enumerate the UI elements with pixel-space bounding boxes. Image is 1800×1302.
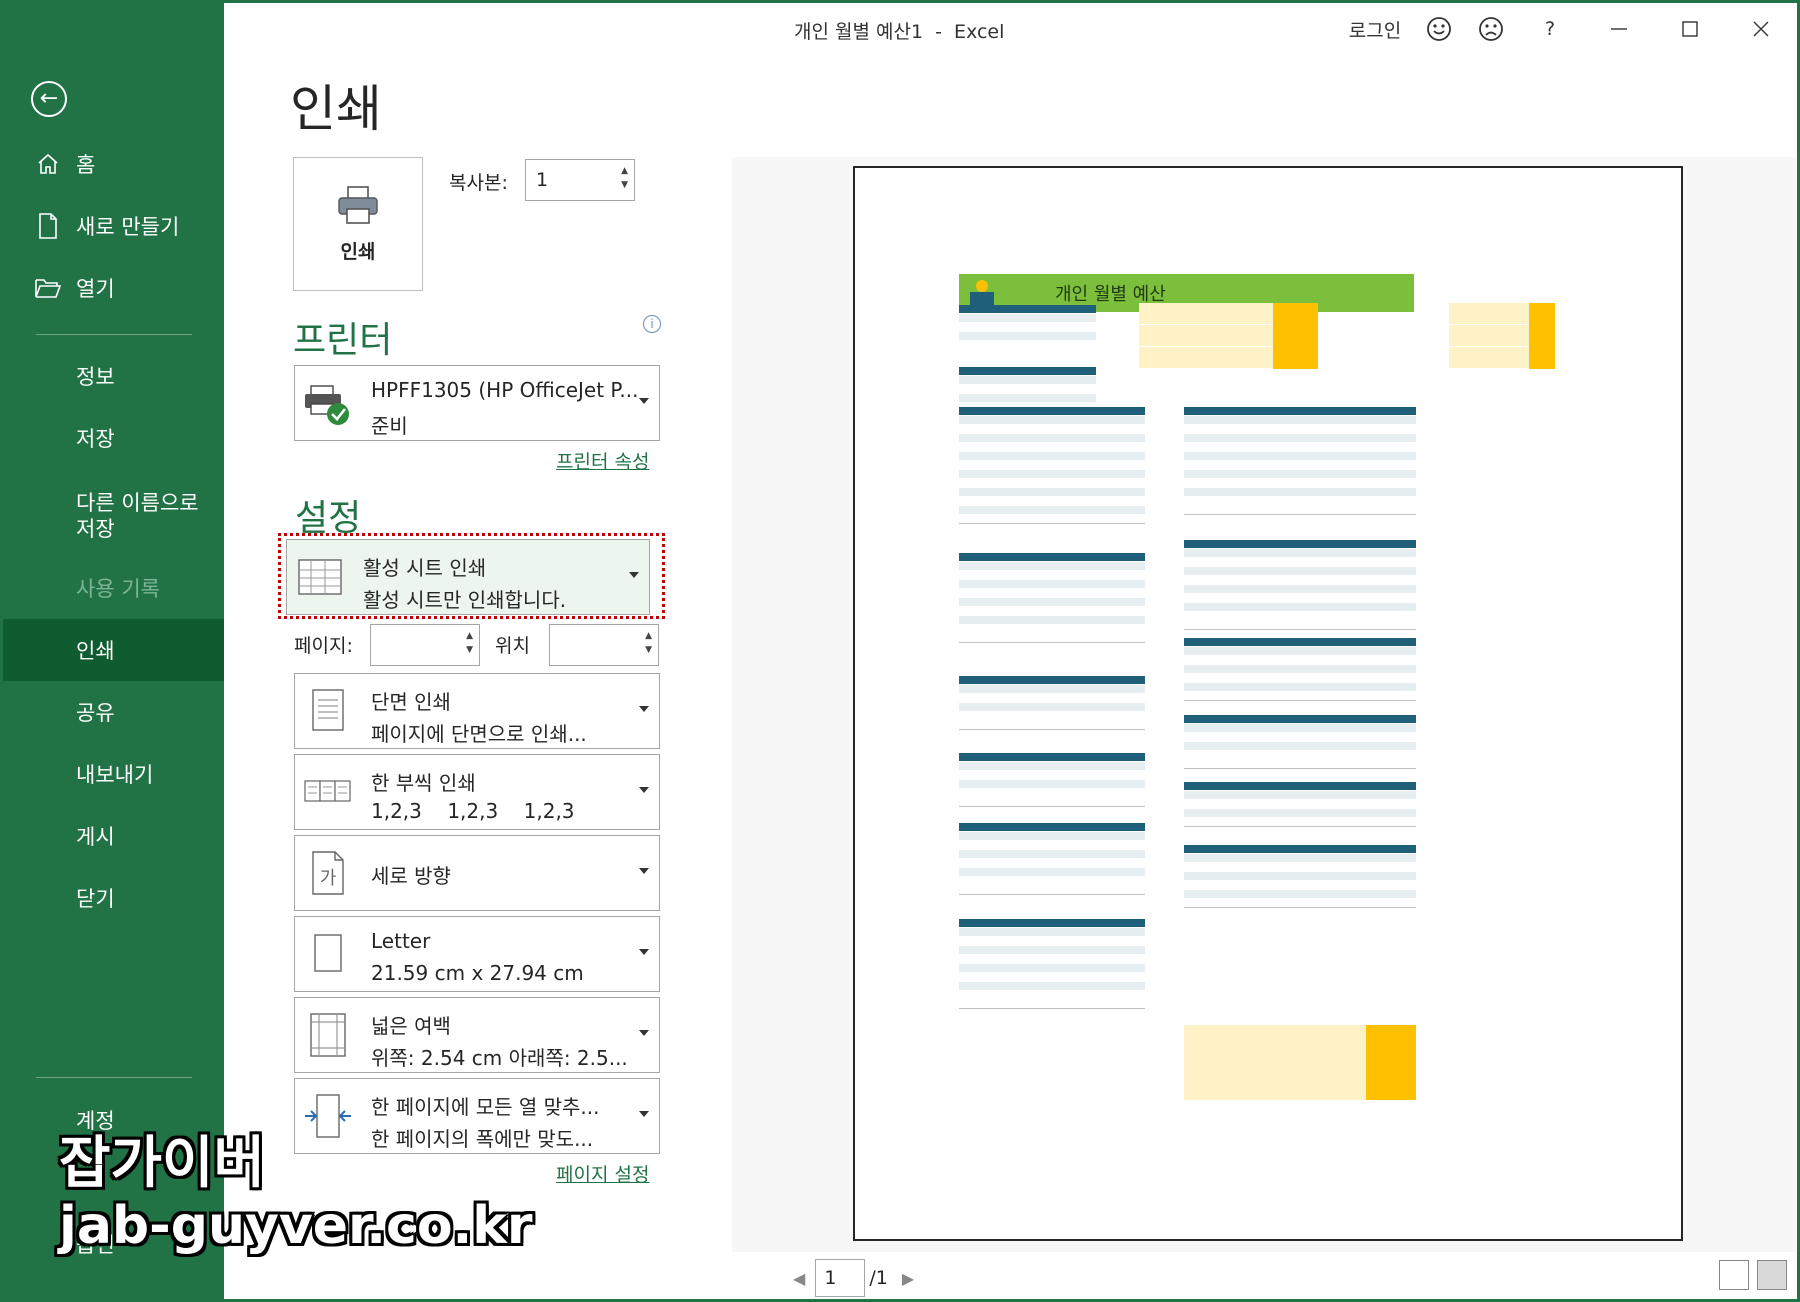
sidebar-item-export[interactable]: 내보내기 bbox=[3, 743, 224, 805]
info-icon[interactable]: i bbox=[643, 315, 661, 333]
sidebar-item-save-as[interactable]: 다른 이름으로 저장 bbox=[3, 481, 224, 551]
copies-input[interactable]: 1 ▲ ▼ bbox=[525, 159, 635, 201]
zoom-to-page-icon[interactable] bbox=[1757, 1260, 1787, 1290]
spin-arrows-icon[interactable]: ▲ ▼ bbox=[466, 629, 473, 657]
expense-table-gifts bbox=[1184, 782, 1416, 827]
chevron-down-icon bbox=[639, 706, 649, 712]
expense-table-food bbox=[959, 753, 1145, 807]
copies-label: 복사본: bbox=[449, 172, 508, 194]
income-table bbox=[959, 305, 1096, 341]
chevron-down-icon bbox=[639, 398, 649, 404]
expense-table-transport bbox=[959, 553, 1145, 643]
print-button[interactable]: 인쇄 bbox=[293, 157, 423, 291]
sidebar-item-history: 사용 기록 bbox=[76, 577, 160, 601]
chevron-down-icon bbox=[639, 787, 649, 793]
chevron-down-icon bbox=[639, 1111, 649, 1117]
home-icon bbox=[35, 151, 61, 177]
orientation-select[interactable]: 가 세로 방향 bbox=[294, 835, 660, 911]
expense-table-pets bbox=[959, 823, 1145, 895]
expense-table-savings bbox=[1184, 715, 1416, 769]
chevron-down-icon bbox=[629, 572, 639, 578]
page-setup-link[interactable]: 페이지 설정 bbox=[556, 1160, 649, 1187]
pages-from-input[interactable]: ▲ ▼ bbox=[370, 624, 480, 666]
margins-icon bbox=[303, 1010, 353, 1060]
title-bar: 개인 월별 예산1 - Excel 로그인 ? bbox=[224, 3, 1797, 55]
totals-highlight-cell bbox=[1366, 1025, 1416, 1100]
sidebar-item-new[interactable]: 새로 만들기 bbox=[3, 195, 224, 257]
expense-table-legal bbox=[1184, 845, 1416, 908]
spin-arrows-icon[interactable]: ▲ ▼ bbox=[645, 629, 652, 657]
page-title: 인쇄 bbox=[290, 80, 382, 138]
sidebar-item-publish[interactable]: 게시 bbox=[3, 805, 224, 867]
collated-pages-icon bbox=[303, 767, 353, 817]
expense-table-housing bbox=[959, 407, 1145, 524]
sidebar-item-open[interactable]: 열기 bbox=[3, 257, 224, 319]
collate-select[interactable]: 한 부씩 인쇄 1,2,3 1,2,3 1,2,3 bbox=[294, 754, 660, 830]
signin-link[interactable]: 로그인 bbox=[1337, 3, 1413, 55]
minimize-icon[interactable] bbox=[1583, 3, 1655, 55]
paper-size-icon bbox=[303, 929, 353, 979]
piggy-bank-icon bbox=[969, 278, 995, 306]
help-button[interactable]: ? bbox=[1517, 3, 1583, 55]
frown-feedback-icon[interactable] bbox=[1465, 3, 1517, 55]
one-sided-page-icon bbox=[303, 686, 353, 736]
page-navigator: ◀ 1 /1 ▶ bbox=[793, 1259, 914, 1297]
new-document-icon bbox=[35, 213, 61, 239]
preview-page: 개인 월별 예산 bbox=[853, 166, 1683, 1241]
excel-print-backstage: ← 홈 새로 만들기 열기 정보 저장 다른 이름으로 저장 사용 기록 인쇄 … bbox=[0, 0, 1800, 1302]
sides-select[interactable]: 단면 인쇄 페이지에 단면으로 인쇄... bbox=[294, 673, 660, 749]
watermark: 잡가이버 jab-guyver.co.kr bbox=[59, 1131, 533, 1257]
to-label: 위치 bbox=[495, 635, 530, 657]
sidebar-item-print[interactable]: 인쇄 bbox=[3, 619, 224, 681]
pages-label: 페이지: bbox=[294, 635, 353, 657]
balance-highlight-cell bbox=[1273, 303, 1318, 369]
close-icon[interactable] bbox=[1725, 3, 1797, 55]
current-page-input[interactable]: 1 bbox=[815, 1259, 866, 1297]
print-what-select[interactable]: 활성 시트 인쇄 활성 시트만 인쇄합니다. bbox=[286, 539, 650, 615]
printer-ready-icon bbox=[303, 378, 353, 428]
expense-table-entertainment bbox=[1184, 407, 1416, 515]
sidebar-divider bbox=[36, 1077, 192, 1078]
window-title: 개인 월별 예산1 - Excel bbox=[794, 21, 1005, 43]
printer-select[interactable]: HPFF1305 (HP OfficeJet P... 준비 bbox=[294, 365, 660, 441]
maximize-icon[interactable] bbox=[1655, 3, 1725, 55]
portrait-orientation-icon: 가 bbox=[303, 848, 353, 898]
show-margins-icon[interactable] bbox=[1719, 1260, 1749, 1290]
backstage-sidebar: ← 홈 새로 만들기 열기 정보 저장 다른 이름으로 저장 사용 기록 인쇄 … bbox=[3, 3, 224, 1299]
paper-size-select[interactable]: Letter 21.59 cm x 27.94 cm bbox=[294, 916, 660, 992]
total-pages-label: /1 bbox=[869, 1267, 888, 1289]
previous-page-icon[interactable]: ◀ bbox=[793, 1269, 805, 1288]
totals-box bbox=[1184, 1025, 1416, 1100]
sidebar-divider bbox=[36, 334, 192, 335]
expense-table-taxes bbox=[1184, 638, 1416, 701]
smile-feedback-icon[interactable] bbox=[1413, 3, 1465, 55]
pages-to-input[interactable]: ▲ ▼ bbox=[549, 624, 659, 666]
sidebar-item-home[interactable]: 홈 bbox=[3, 133, 224, 195]
balance-chart-box bbox=[1449, 303, 1529, 369]
zoom-controls bbox=[1719, 1260, 1787, 1290]
expense-table-personal bbox=[959, 919, 1145, 1009]
svg-text:가: 가 bbox=[320, 868, 337, 889]
sidebar-item-close[interactable]: 닫기 bbox=[3, 867, 224, 929]
spin-arrows-icon[interactable]: ▲ ▼ bbox=[621, 164, 628, 192]
folder-open-icon bbox=[35, 275, 61, 301]
printer-icon bbox=[338, 185, 378, 224]
printer-properties-link[interactable]: 프린터 속성 bbox=[556, 447, 649, 474]
chevron-down-icon bbox=[639, 949, 649, 955]
balance-chart-highlight bbox=[1529, 303, 1555, 369]
sidebar-item-info[interactable]: 정보 bbox=[3, 345, 224, 407]
margins-select[interactable]: 넓은 여백 위쪽: 2.54 cm 아래쪽: 2.5... bbox=[294, 997, 660, 1073]
actual-income-table bbox=[959, 367, 1096, 403]
chevron-down-icon bbox=[639, 1030, 649, 1036]
sheet-grid-icon bbox=[295, 552, 345, 602]
expense-table-insurance bbox=[959, 676, 1145, 730]
sidebar-item-share[interactable]: 공유 bbox=[3, 681, 224, 743]
sidebar-item-save[interactable]: 저장 bbox=[3, 407, 224, 469]
expense-table-loans bbox=[1184, 540, 1416, 630]
printer-heading: 프린터 bbox=[293, 320, 393, 361]
back-arrow-icon[interactable]: ← bbox=[31, 81, 67, 117]
next-page-icon[interactable]: ▶ bbox=[902, 1269, 914, 1288]
chevron-down-icon bbox=[639, 868, 649, 874]
